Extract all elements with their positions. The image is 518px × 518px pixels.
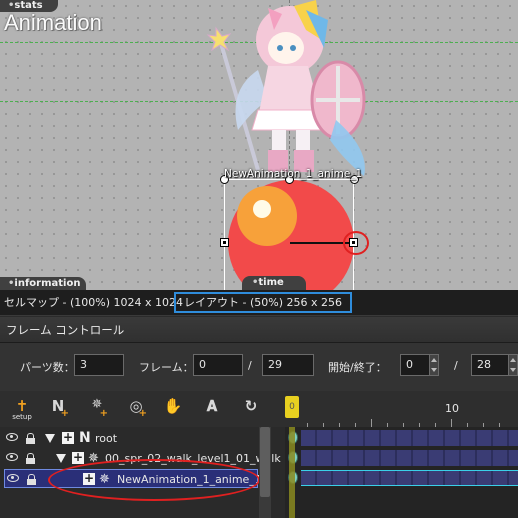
hand-tool-button[interactable]: ✋ (160, 395, 186, 423)
layer-row-root[interactable]: + N root (4, 429, 258, 448)
track-root[interactable] (301, 430, 518, 446)
track-walk[interactable] (301, 450, 518, 466)
start-end-label: 開始/終了： (328, 361, 387, 374)
timeline-tracks[interactable] (285, 427, 518, 518)
frame-total-field[interactable]: 29 (262, 354, 314, 376)
visibility-eye-icon[interactable] (6, 433, 18, 441)
animation-name-label: NewAnimation_1_anime_1 (224, 168, 363, 180)
range-slash: / (454, 359, 458, 372)
null-part-icon: N (79, 430, 91, 446)
plus-badge-icon: + (99, 408, 108, 419)
visibility-eye-icon[interactable] (6, 453, 18, 461)
tick (451, 419, 452, 427)
plus-badge-icon: + (138, 408, 147, 419)
tab-information[interactable]: information (0, 277, 86, 290)
expand-box-icon[interactable]: + (72, 451, 84, 464)
tab-time-label: time (258, 277, 284, 288)
tab-time[interactable]: time (242, 276, 306, 290)
playhead-marker[interactable]: 0 (285, 396, 299, 418)
add-animation-button[interactable]: 𝐀 (199, 395, 225, 423)
collapse-arrow-icon[interactable] (56, 454, 66, 463)
layer-toolbar: ✝ setup N + ✵ + ◎ + ✋ 𝐀 ↻ (0, 391, 285, 427)
expand-box-icon[interactable]: + (62, 431, 74, 444)
refresh-animation-button[interactable]: ↻ (238, 395, 264, 423)
frame-10-label: 10 (445, 402, 459, 415)
add-effect-button[interactable]: ◎ + (123, 395, 149, 423)
lock-icon[interactable] (26, 453, 35, 464)
lock-icon[interactable] (26, 433, 35, 444)
parts-count-label: パーツ数： (20, 361, 75, 374)
cellmap-info: セルマップ - (100%) 1024 x 1024 (4, 296, 183, 309)
frame-slash: / (248, 359, 252, 372)
edge-handle-left[interactable] (220, 238, 229, 247)
hand-icon: ✋ (163, 397, 183, 415)
rotation-handle-highlight (343, 231, 369, 255)
parts-count-field[interactable]: 3 (74, 354, 124, 376)
character-sprite (206, 0, 366, 176)
frame-control-header[interactable]: フレーム コントロール (0, 317, 518, 343)
refresh-anim-icon: ↻ (244, 397, 258, 415)
plus-badge-icon: + (60, 408, 69, 419)
visibility-eye-icon[interactable] (7, 474, 19, 482)
frame-control-panel: パーツ数： 3 フレーム： 0 / 29 開始/終了： 0 / 28 (0, 343, 518, 391)
layer-name: root (95, 432, 118, 445)
selection-bounding-box[interactable] (224, 179, 354, 290)
tick (371, 419, 372, 427)
add-anim-icon: 𝐀 (206, 397, 218, 415)
scrollbar-thumb[interactable] (260, 427, 270, 497)
start-frame-spinner[interactable] (429, 354, 439, 376)
new-part-button[interactable]: ✵ + (84, 395, 110, 423)
setup-label: setup (12, 413, 32, 421)
collapse-arrow-icon[interactable] (45, 434, 55, 443)
view-title: Animation (4, 10, 102, 35)
playhead-line[interactable] (289, 427, 295, 518)
frame-label: フレーム： (139, 361, 194, 374)
end-frame-field[interactable]: 28 (471, 354, 509, 376)
selected-layer-highlight (48, 459, 260, 501)
start-frame-field[interactable]: 0 (400, 354, 430, 376)
frame-field[interactable]: 0 (193, 354, 243, 376)
tab-information-label: information (14, 278, 81, 289)
layout-info: レイアウト - (50%) 256 x 256 (174, 292, 352, 313)
new-null-part-button[interactable]: N + (45, 395, 71, 423)
track-newanimation[interactable] (301, 470, 518, 486)
layer-scrollbar[interactable] (259, 427, 271, 518)
timeline-ruler[interactable]: 0 10 (285, 391, 518, 427)
end-frame-spinner[interactable] (508, 354, 518, 376)
setup-button[interactable]: ✝ setup (9, 395, 35, 423)
animation-viewport[interactable]: NewAnimation_1_anime_1 stats Animation i… (0, 0, 518, 290)
lock-icon[interactable] (27, 474, 36, 485)
status-bar: セルマップ - (100%) 1024 x 1024 レイアウト - (50%)… (0, 290, 518, 316)
